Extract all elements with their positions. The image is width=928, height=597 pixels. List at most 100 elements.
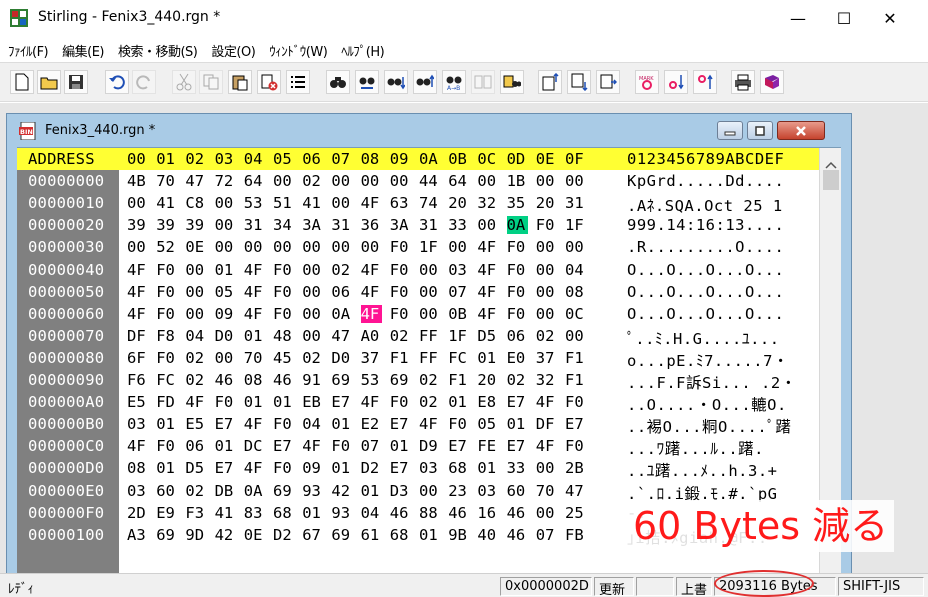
- hex-byte[interactable]: 02: [185, 349, 206, 367]
- ascii-text[interactable]: KpGrd.....Dd....: [627, 172, 784, 190]
- hex-byte[interactable]: E7: [565, 415, 586, 433]
- hex-byte[interactable]: 00: [419, 261, 440, 279]
- hex-byte[interactable]: 4F: [127, 305, 148, 323]
- hex-byte[interactable]: F0: [390, 393, 411, 411]
- hex-byte[interactable]: A0: [361, 327, 382, 345]
- stirling-app-icon[interactable]: [10, 9, 28, 27]
- block-start-button[interactable]: [538, 70, 562, 94]
- hex-byte[interactable]: 68: [273, 504, 294, 522]
- hex-byte[interactable]: 00: [185, 261, 206, 279]
- hex-byte[interactable]: F0: [156, 261, 177, 279]
- ascii-text[interactable]: o...pE.ﾐ7.....7・: [627, 349, 789, 371]
- cut-button[interactable]: [172, 70, 196, 94]
- child-close-button[interactable]: [777, 121, 825, 140]
- hex-byte[interactable]: D5: [477, 327, 498, 345]
- hex-byte[interactable]: FC: [156, 371, 177, 389]
- hex-byte[interactable]: FF: [419, 327, 440, 345]
- hex-byte[interactable]: 46: [448, 504, 469, 522]
- hex-byte[interactable]: 36: [361, 216, 382, 234]
- ascii-text[interactable]: .R.........O....: [627, 238, 784, 256]
- hex-byte[interactable]: 35: [507, 194, 528, 212]
- hex-byte[interactable]: 01: [302, 504, 323, 522]
- hex-byte[interactable]: F0: [390, 238, 411, 256]
- mark-prev-button[interactable]: [693, 70, 717, 94]
- hex-byte[interactable]: 68: [448, 459, 469, 477]
- hex-byte[interactable]: 4F: [419, 415, 440, 433]
- hex-byte[interactable]: 01: [215, 437, 236, 455]
- hex-byte[interactable]: 34: [273, 216, 294, 234]
- hex-byte[interactable]: 02: [390, 327, 411, 345]
- hex-byte[interactable]: 02: [185, 482, 206, 500]
- hex-byte[interactable]: 00: [331, 172, 352, 190]
- list-button[interactable]: [286, 70, 310, 94]
- undo-button[interactable]: [105, 70, 129, 94]
- hex-byte[interactable]: 1B: [507, 172, 528, 190]
- scrollbar-thumb[interactable]: [823, 170, 839, 190]
- hex-byte[interactable]: 31: [331, 216, 352, 234]
- hex-byte[interactable]: 41: [302, 194, 323, 212]
- hex-byte[interactable]: 46: [507, 526, 528, 544]
- ascii-text[interactable]: O...O...O...O...: [627, 261, 784, 279]
- hex-byte[interactable]: DC: [244, 437, 265, 455]
- hex-byte[interactable]: 4F: [477, 238, 498, 256]
- hex-byte[interactable]: C8: [185, 194, 206, 212]
- hex-byte[interactable]: 02: [302, 349, 323, 367]
- hex-byte[interactable]: 03: [419, 459, 440, 477]
- hex-byte[interactable]: 4F: [302, 437, 323, 455]
- hex-byte[interactable]: E5: [185, 415, 206, 433]
- hex-byte[interactable]: F6: [127, 371, 148, 389]
- hex-byte[interactable]: 72: [215, 172, 236, 190]
- ascii-text[interactable]: O...O...O...O...: [627, 283, 784, 301]
- hex-byte[interactable]: 07: [361, 437, 382, 455]
- hex-byte[interactable]: D0: [331, 349, 352, 367]
- hex-byte[interactable]: 01: [244, 393, 265, 411]
- hex-byte[interactable]: 2B: [565, 459, 586, 477]
- hex-byte[interactable]: 00: [273, 172, 294, 190]
- hex-byte[interactable]: 46: [507, 504, 528, 522]
- ascii-text[interactable]: ..ﾕ躇...ﾒ..h.3.+: [627, 459, 777, 481]
- hex-byte[interactable]: 46: [273, 371, 294, 389]
- find-next-button[interactable]: [384, 70, 408, 94]
- mark-next-button[interactable]: [664, 70, 688, 94]
- hex-byte[interactable]: 00: [477, 216, 498, 234]
- hex-byte[interactable]: 60: [507, 482, 528, 500]
- hex-byte[interactable]: DF: [536, 415, 557, 433]
- hex-byte[interactable]: 06: [185, 437, 206, 455]
- hex-byte[interactable]: 32: [477, 194, 498, 212]
- redo-button[interactable]: [132, 70, 156, 94]
- hex-byte[interactable]: 37: [361, 349, 382, 367]
- hex-byte[interactable]: 01: [156, 459, 177, 477]
- hex-byte[interactable]: E2: [361, 415, 382, 433]
- hex-byte[interactable]: 03: [477, 482, 498, 500]
- hex-byte[interactable]: 02: [419, 371, 440, 389]
- hex-byte[interactable]: 02: [331, 261, 352, 279]
- hex-byte[interactable]: 2D: [127, 504, 148, 522]
- hex-byte[interactable]: 9B: [448, 526, 469, 544]
- help-button[interactable]: [760, 70, 784, 94]
- hex-byte[interactable]: 31: [565, 194, 586, 212]
- hex-byte[interactable]: 23: [448, 482, 469, 500]
- hex-byte[interactable]: 01: [331, 415, 352, 433]
- hex-byte[interactable]: 25: [565, 504, 586, 522]
- hex-byte[interactable]: 03: [127, 415, 148, 433]
- hex-byte[interactable]: F0: [390, 283, 411, 301]
- find-replace-button[interactable]: [355, 70, 379, 94]
- hex-byte[interactable]: E7: [215, 459, 236, 477]
- hex-byte[interactable]: EB: [302, 393, 323, 411]
- hex-byte[interactable]: 00: [477, 172, 498, 190]
- hex-byte[interactable]: 4F: [185, 393, 206, 411]
- hex-byte[interactable]: 01: [215, 261, 236, 279]
- hex-byte[interactable]: F0: [273, 261, 294, 279]
- hex-byte[interactable]: 63: [390, 194, 411, 212]
- hex-byte[interactable]: 04: [361, 504, 382, 522]
- hex-byte[interactable]: F0: [448, 415, 469, 433]
- hex-byte[interactable]: 47: [565, 482, 586, 500]
- hex-byte[interactable]: 1F: [565, 216, 586, 234]
- hex-byte[interactable]: 4F: [361, 194, 382, 212]
- hex-byte[interactable]: FC: [448, 349, 469, 367]
- hex-byte[interactable]: 0C: [565, 305, 586, 323]
- hex-byte[interactable]: 02: [185, 371, 206, 389]
- hex-byte[interactable]: 4F: [127, 261, 148, 279]
- ascii-text[interactable]: O...O...O...O...: [627, 305, 784, 323]
- hex-byte[interactable]: 47: [331, 327, 352, 345]
